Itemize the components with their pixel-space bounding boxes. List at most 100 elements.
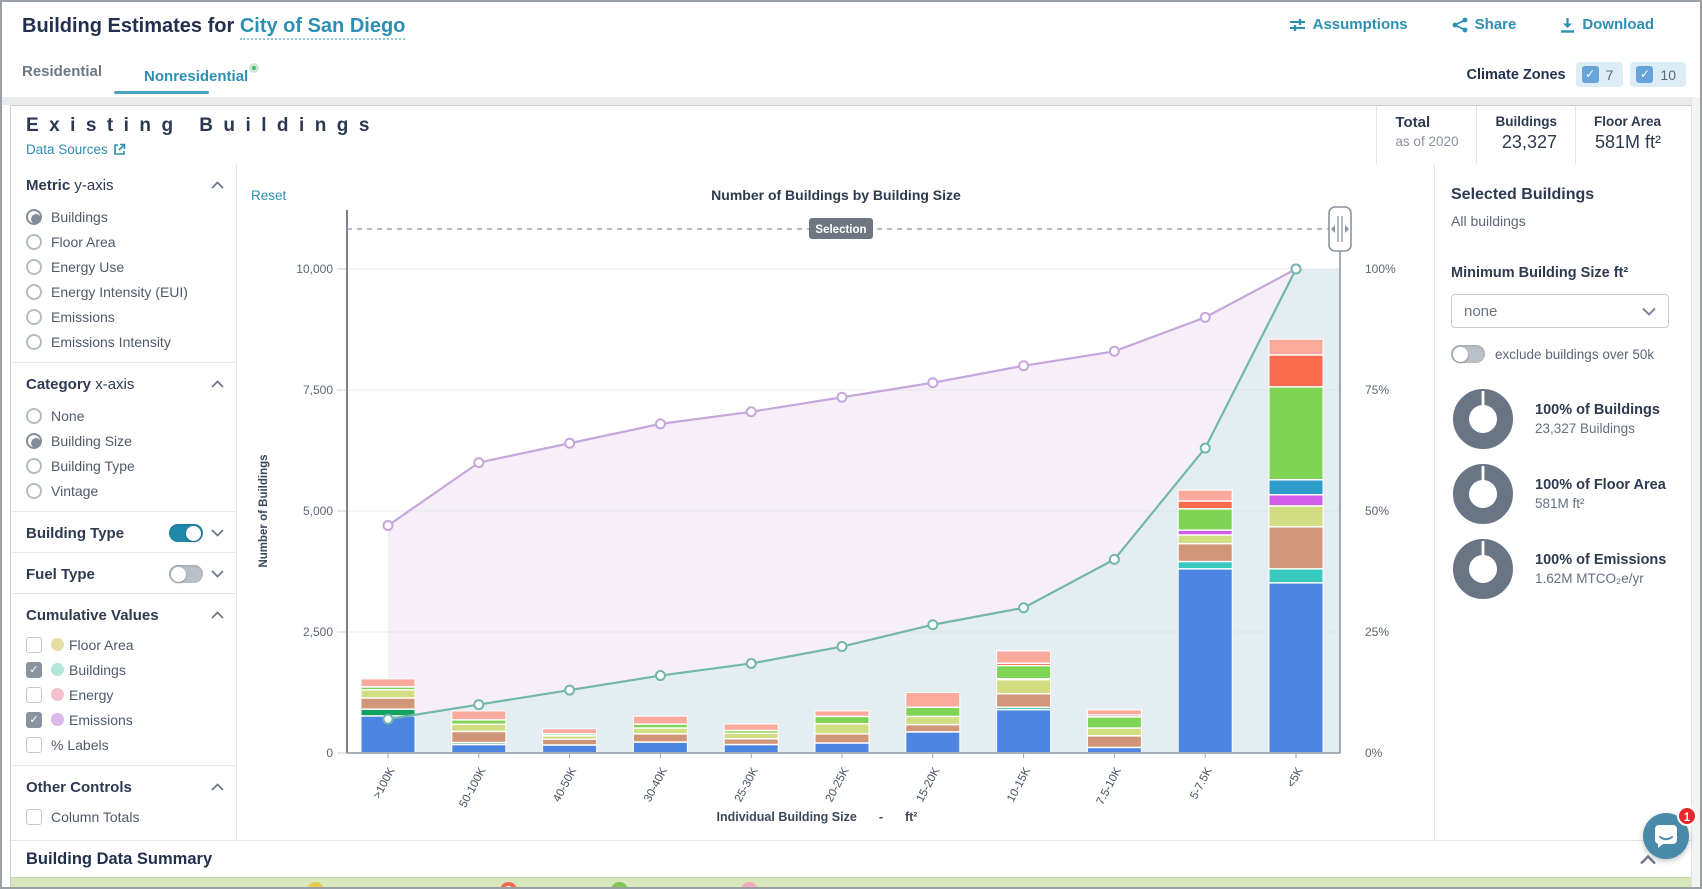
building-type-toggle[interactable] [169,524,203,542]
radio-button[interactable] [26,334,42,350]
checkbox-emissions[interactable]: ✓Emissions [26,707,224,732]
cumulative-emissions-marker[interactable] [656,419,665,428]
climate-zone-chip-10[interactable]: ✓10 [1630,62,1686,87]
cumulative-emissions-marker[interactable] [1110,347,1119,356]
chevron-down-icon[interactable] [211,570,224,578]
bar-segment[interactable] [724,731,778,733]
radio-button[interactable] [26,259,42,275]
bar-segment[interactable] [906,693,960,708]
section-header-building-type[interactable]: Building Type [26,522,224,544]
exclude-50k-toggle-row[interactable]: exclude buildings over 50k [1451,345,1672,363]
bar-segment[interactable] [1178,562,1232,569]
cumulative-buildings-marker[interactable] [565,686,574,695]
bar-segment[interactable] [452,743,506,744]
bar-segment[interactable] [1269,583,1323,752]
bar-segment[interactable] [1269,495,1323,506]
radio-button[interactable] [26,284,42,300]
bar-segment[interactable] [997,680,1051,694]
bar-segment[interactable] [906,717,960,725]
bar-segment[interactable] [724,724,778,730]
radio-building-size[interactable]: Building Size [26,428,224,453]
radio-building-type[interactable]: Building Type [26,453,224,478]
radio-button[interactable] [26,209,42,225]
bar-segment[interactable] [997,710,1051,753]
bar-segment[interactable] [1087,715,1141,716]
bar-segment[interactable] [815,734,869,743]
bar-segment[interactable] [906,708,960,717]
bar-segment[interactable] [724,745,778,753]
bar-segment[interactable] [452,720,506,724]
bar-segment[interactable] [633,716,687,724]
cumulative-emissions-marker[interactable] [838,393,847,402]
checkbox-floor-area[interactable]: Floor Area [26,632,224,657]
checkbox-column-totals[interactable]: Column Totals [26,804,224,829]
assumptions-button[interactable]: Assumptions [1289,16,1408,33]
cumulative-emissions-marker[interactable] [384,521,393,530]
bar-segment[interactable] [633,724,687,727]
checkbox-checked-icon[interactable]: ✓ [1636,66,1653,83]
bar-segment[interactable] [906,725,960,732]
bar-segment[interactable] [1178,530,1232,534]
bar-segment[interactable] [1087,710,1141,715]
fuel-type-toggle[interactable] [169,565,203,583]
checkbox[interactable] [26,637,42,653]
section-header-cumulative-values[interactable]: Cumulative Values [26,604,224,626]
collapse-chevron-icon[interactable] [1639,855,1657,865]
checkbox[interactable]: ✓ [26,662,42,678]
bar-segment[interactable] [997,651,1051,663]
cumulative-emissions-marker[interactable] [747,407,756,416]
radio-button[interactable] [26,234,42,250]
bar-segment[interactable] [543,745,597,752]
checkbox-energy[interactable]: Energy [26,682,224,707]
bar-segment[interactable] [1087,736,1141,747]
checkbox[interactable] [26,809,42,825]
chevron-down-icon[interactable] [211,529,224,537]
bar-segment[interactable] [997,708,1051,710]
scrollbar-track[interactable] [1691,97,1700,889]
cumulative-buildings-marker[interactable] [1110,555,1119,564]
data-sources-link[interactable]: Data Sources [26,142,126,157]
cumulative-buildings-marker[interactable] [1201,444,1210,453]
cumulative-emissions-marker[interactable] [1019,361,1028,370]
section-header-other-controls[interactable]: Other Controls [26,776,224,798]
radio-vintage[interactable]: Vintage [26,478,224,503]
cumulative-buildings-marker[interactable] [384,715,393,724]
radio-button[interactable] [26,408,42,424]
cumulative-buildings-marker[interactable] [1292,265,1301,274]
bar-segment[interactable] [997,694,1051,707]
bar-segment[interactable] [1269,339,1323,355]
radio-emissions[interactable]: Emissions [26,304,224,329]
city-link[interactable]: City of San Diego [240,15,406,40]
bar-segment[interactable] [1087,728,1141,735]
checkbox[interactable] [26,737,42,753]
checkbox-checked-icon[interactable]: ✓ [1582,66,1599,83]
section-header-metric[interactable]: Metric y-axis [26,174,224,196]
chevron-up-icon[interactable] [211,611,224,619]
bar-segment[interactable] [1087,748,1141,753]
cumulative-buildings-marker[interactable] [838,642,847,651]
tab-nonresidential[interactable]: Nonresidential [144,63,259,85]
reset-link[interactable]: Reset [251,188,287,203]
radio-floor-area[interactable]: Floor Area [26,229,224,254]
cumulative-emissions-marker[interactable] [1201,313,1210,322]
bar-segment[interactable] [1178,544,1232,561]
min-size-select[interactable]: none [1451,294,1669,328]
bar-segment[interactable] [815,711,869,716]
bar-segment[interactable] [543,736,597,739]
bar-segment[interactable] [452,745,506,753]
bar-segment[interactable] [1269,527,1323,569]
cumulative-buildings-marker[interactable] [474,700,483,709]
cumulative-buildings-marker[interactable] [656,671,665,680]
radio-button[interactable] [26,433,42,449]
bar-segment[interactable] [452,732,506,743]
radio-button[interactable] [26,309,42,325]
bar-segment[interactable] [1269,480,1323,495]
bar-segment[interactable] [815,743,869,752]
selection-drag-handle[interactable] [1329,207,1351,251]
bar-segment[interactable] [1269,355,1323,386]
tab-residential[interactable]: Residential [22,63,102,85]
bar-segment[interactable] [633,728,687,733]
bar-segment[interactable] [452,711,506,720]
download-button[interactable]: Download [1560,16,1654,33]
bar-segment[interactable] [1269,506,1323,526]
